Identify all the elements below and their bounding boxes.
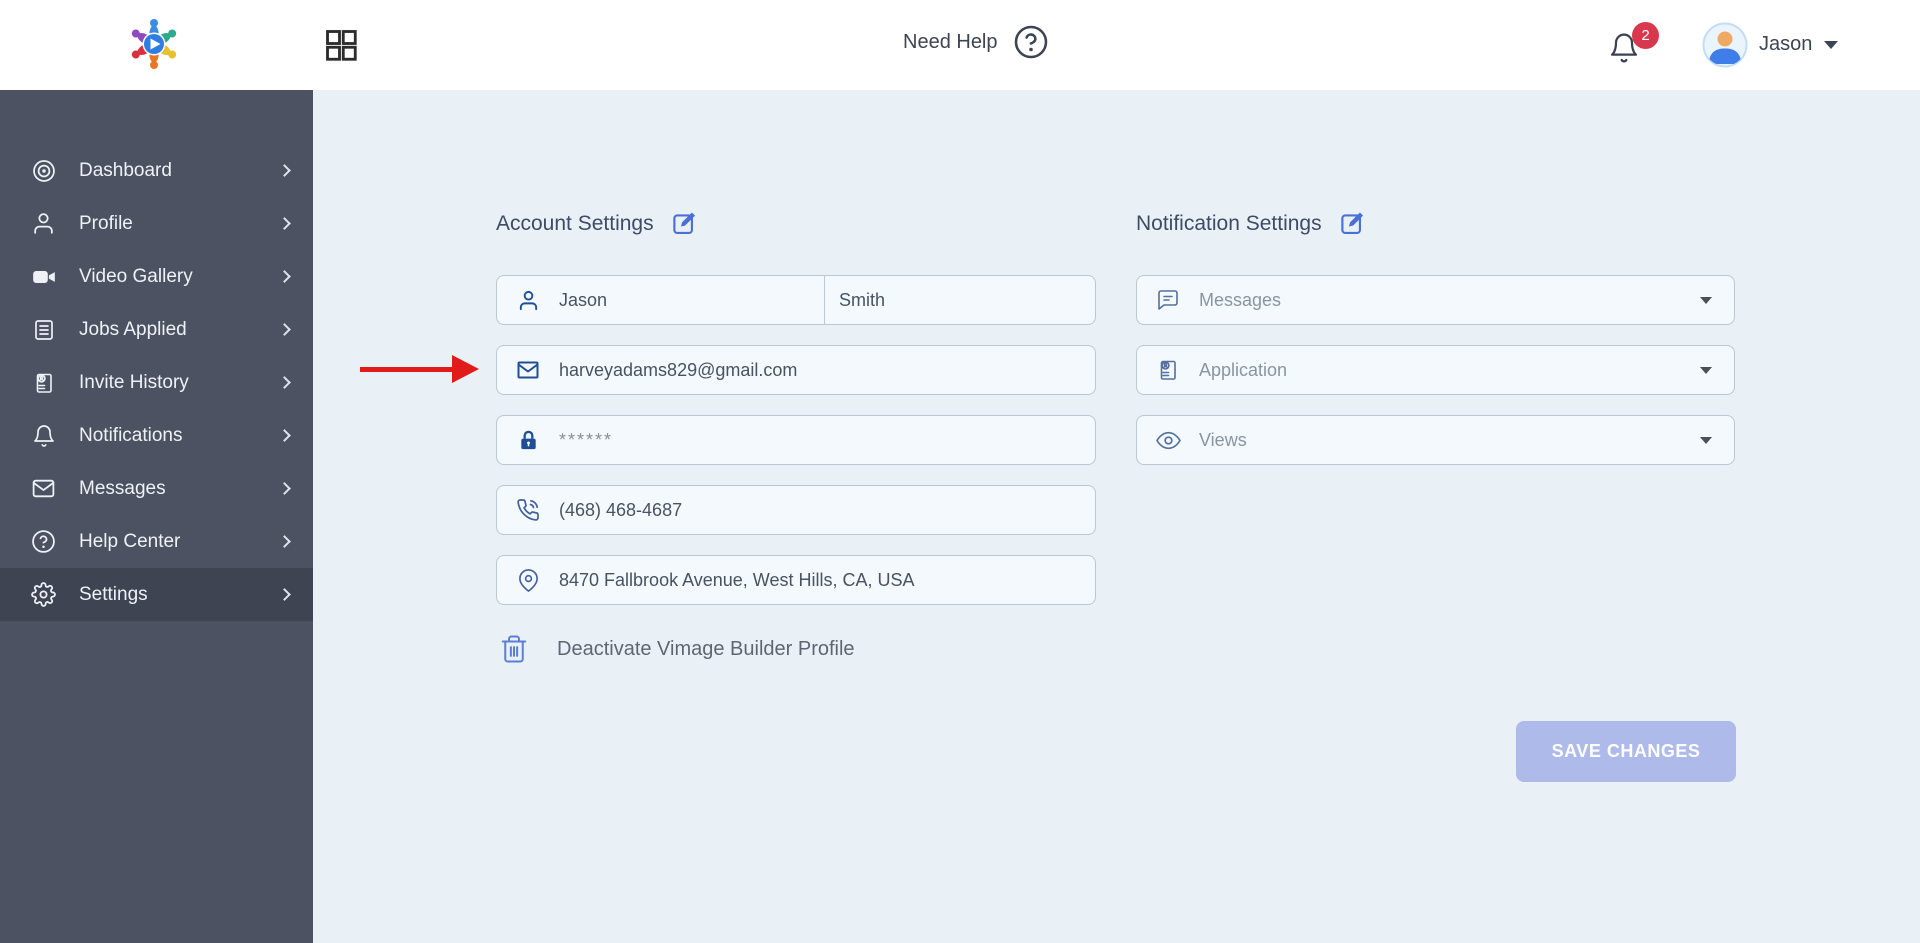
phone-field-row [496, 485, 1096, 535]
notification-settings-header: Notification Settings [1136, 210, 1366, 237]
dropdown-label: Messages [1199, 289, 1282, 310]
user-icon [497, 289, 559, 312]
trash-icon [501, 635, 527, 663]
sidebar-item-messages[interactable]: Messages [0, 462, 313, 515]
application-dropdown[interactable]: Application [1136, 345, 1735, 395]
chevron-right-icon [278, 376, 291, 389]
top-header: Need Help 2 Jason [0, 0, 1920, 90]
account-settings-header: Account Settings [496, 210, 698, 237]
notifications-bell[interactable]: 2 [1608, 22, 1664, 74]
sidebar-item-notifications[interactable]: Notifications [0, 409, 313, 462]
sidebar-item-label: Dashboard [79, 159, 172, 181]
profile-user-icon [30, 210, 57, 237]
notification-settings-title: Notification Settings [1136, 211, 1322, 235]
address-field-row [496, 555, 1096, 605]
annotation-arrow [360, 355, 480, 383]
deactivate-profile-label: Deactivate Vimage Builder Profile [557, 637, 855, 660]
notification-count-badge: 2 [1632, 22, 1659, 49]
chevron-right-icon [278, 270, 291, 283]
password-field-row [496, 415, 1096, 465]
question-circle-icon [30, 528, 57, 555]
annotation-arrow-shaft [360, 367, 454, 372]
sidebar-item-help-center[interactable]: Help Center [0, 515, 313, 568]
envelope-icon [497, 358, 559, 382]
deactivate-profile[interactable]: Deactivate Vimage Builder Profile [499, 633, 855, 665]
sidebar-item-label: Invite History [79, 371, 189, 393]
eye-icon [1137, 428, 1199, 453]
save-changes-button[interactable]: SAVE CHANGES [1516, 721, 1736, 782]
views-dropdown[interactable]: Views [1136, 415, 1735, 465]
sidebar-item-label: Settings [79, 583, 148, 605]
apps-grid-icon[interactable] [323, 27, 359, 63]
dashboard-target-icon [30, 157, 57, 184]
chat-bubble-icon [1137, 288, 1199, 312]
user-name[interactable]: Jason [1759, 33, 1812, 56]
sidebar-item-label: Video Gallery [79, 265, 193, 287]
first-name-cell [497, 276, 824, 324]
need-help-label: Need Help [903, 30, 998, 53]
password-input[interactable] [559, 416, 1095, 464]
email-field-row [496, 345, 1096, 395]
sidebar-item-video-gallery[interactable]: Video Gallery [0, 250, 313, 303]
sidebar-item-label: Jobs Applied [79, 318, 187, 340]
caret-down-icon [1700, 366, 1712, 374]
sidebar-item-jobs-applied[interactable]: Jobs Applied [0, 303, 313, 356]
resume-person-icon [30, 369, 57, 396]
caret-down-icon [1700, 296, 1712, 304]
chevron-right-icon [278, 429, 291, 442]
caret-down-icon [1700, 436, 1712, 444]
document-list-icon [30, 316, 57, 343]
edit-notification-settings-icon[interactable] [1339, 210, 1366, 237]
user-menu-caret-icon[interactable] [1824, 41, 1838, 49]
video-camera-icon [30, 263, 57, 290]
need-help[interactable]: Need Help [903, 24, 1049, 60]
envelope-icon [30, 475, 57, 502]
location-pin-icon [497, 568, 559, 592]
sidebar-item-label: Help Center [79, 530, 181, 552]
name-fields-row [496, 275, 1096, 325]
sidebar-item-dashboard[interactable]: Dashboard [0, 144, 313, 197]
account-settings-title: Account Settings [496, 211, 654, 235]
sidebar-item-invite-history[interactable]: Invite History [0, 356, 313, 409]
app-logo-icon [131, 19, 177, 69]
help-question-icon[interactable] [1013, 24, 1049, 60]
phone-input[interactable] [559, 486, 1095, 534]
chevron-right-icon [278, 588, 291, 601]
user-avatar[interactable] [1702, 22, 1748, 68]
chevron-right-icon [278, 535, 291, 548]
edit-account-settings-icon[interactable] [671, 210, 698, 237]
main-content: Account Settings Notification Settings J… [313, 90, 1920, 943]
dropdown-label: Application [1199, 359, 1288, 380]
resume-person-icon [1137, 358, 1199, 382]
sidebar-item-profile[interactable]: Profile [0, 197, 313, 250]
first-name-input[interactable] [559, 276, 824, 324]
email-input[interactable] [559, 346, 1095, 394]
chevron-right-icon [278, 217, 291, 230]
sidebar-item-label: Messages [79, 477, 166, 499]
last-name-input[interactable] [825, 276, 1095, 324]
dropdown-label: Views [1199, 429, 1247, 450]
chevron-right-icon [278, 164, 291, 177]
chevron-right-icon [278, 323, 291, 336]
phone-icon [497, 498, 559, 522]
sidebar: Dashboard Profile Video Gallery Jobs App… [0, 90, 313, 943]
annotation-arrow-head [452, 355, 479, 383]
sidebar-item-label: Notifications [79, 424, 183, 446]
chevron-right-icon [278, 482, 291, 495]
sidebar-item-settings[interactable]: Settings [0, 568, 313, 621]
lock-icon [497, 429, 559, 452]
messages-dropdown[interactable]: Messages [1136, 275, 1735, 325]
sidebar-item-label: Profile [79, 212, 133, 234]
last-name-cell [824, 276, 1095, 324]
settings-page: Need Help 2 Jason Dashboard Profile Vide… [0, 0, 1920, 943]
bell-icon [30, 422, 57, 449]
address-input[interactable] [559, 556, 1095, 604]
gear-icon [30, 581, 57, 608]
